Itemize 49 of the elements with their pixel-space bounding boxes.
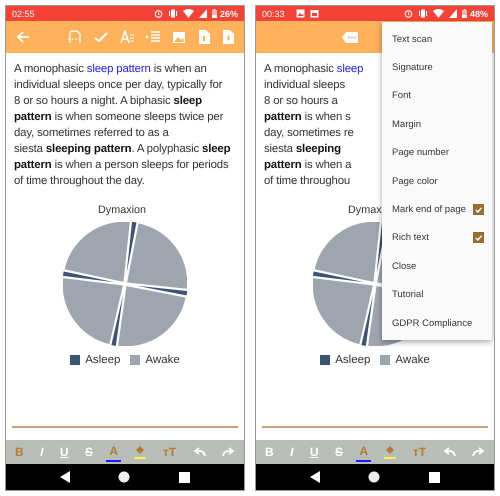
menu-item[interactable]: GDPR Compliance (382, 308, 492, 338)
text-line: of time throughou (264, 174, 350, 189)
status-time: 00:33 (262, 8, 285, 18)
text-line: day, sometimes re (264, 126, 354, 141)
italic-button[interactable]: I (37, 443, 46, 461)
legend-label: Awake (395, 354, 430, 366)
text-line: individual sleeps (264, 78, 346, 93)
size-button[interactable]: тT (410, 443, 430, 461)
text-line: siesta sleeping pattern. A polyphasic sleep (14, 142, 230, 157)
menu-item[interactable]: Margin (382, 110, 492, 139)
italic-button[interactable]: I (287, 443, 296, 461)
text-line: pattern is when someone sleeps twice per (14, 110, 224, 125)
text-line: A monophasic sleep (264, 62, 364, 77)
battery-percent: 48% (470, 8, 488, 18)
text-line: individual sleeps once per day, typically for (14, 78, 222, 93)
color-button[interactable]: A (356, 442, 372, 462)
menu-item[interactable]: Text scan (382, 25, 492, 54)
chart-title: Dymaxion (98, 204, 146, 216)
legend-label: Awake (145, 354, 180, 366)
menu-item[interactable]: Font (382, 82, 492, 110)
legend-label: Asleep (335, 354, 370, 366)
text-line: day, sometimes referred to as a (14, 126, 169, 141)
strike-button[interactable]: S (82, 443, 96, 461)
status-time: 02:55 (12, 8, 35, 18)
text-line: of time throughout the day. (14, 174, 145, 189)
strike-button[interactable]: S (332, 443, 346, 461)
menu-item[interactable]: Page number (382, 138, 492, 167)
size-button[interactable]: тT (160, 443, 180, 461)
legend-label: Asleep (85, 354, 120, 366)
text-line: siesta sleeping (264, 142, 341, 157)
chart-title: Dymax (348, 204, 382, 216)
underline-button[interactable]: U (56, 443, 72, 461)
bold-button[interactable]: B (262, 443, 277, 461)
menu-item[interactable]: Page color (382, 166, 492, 196)
text-line: 8 or so hours a night. A biphasic sleep (14, 94, 202, 109)
menu-item[interactable]: Mark end of page (382, 195, 492, 224)
menu-item[interactable]: Signature (382, 53, 492, 82)
bold-button[interactable]: B (12, 443, 27, 461)
underline-button[interactable]: U (306, 443, 322, 461)
menu-item[interactable]: Close (382, 252, 492, 281)
menu-item[interactable]: Tutorial (382, 280, 492, 309)
battery-percent: 26% (220, 8, 238, 18)
color-button[interactable]: A (106, 442, 122, 462)
menu-item[interactable]: Rich text (382, 224, 492, 252)
text-line: 8 or so hours a (264, 94, 338, 109)
text-line: pattern is when a person sleeps for periods (14, 158, 229, 173)
text-line: A monophasic sleep pattern is when an (14, 62, 207, 77)
text-line: pattern is when s (264, 110, 351, 125)
text-line: pattern is when a (264, 158, 352, 173)
